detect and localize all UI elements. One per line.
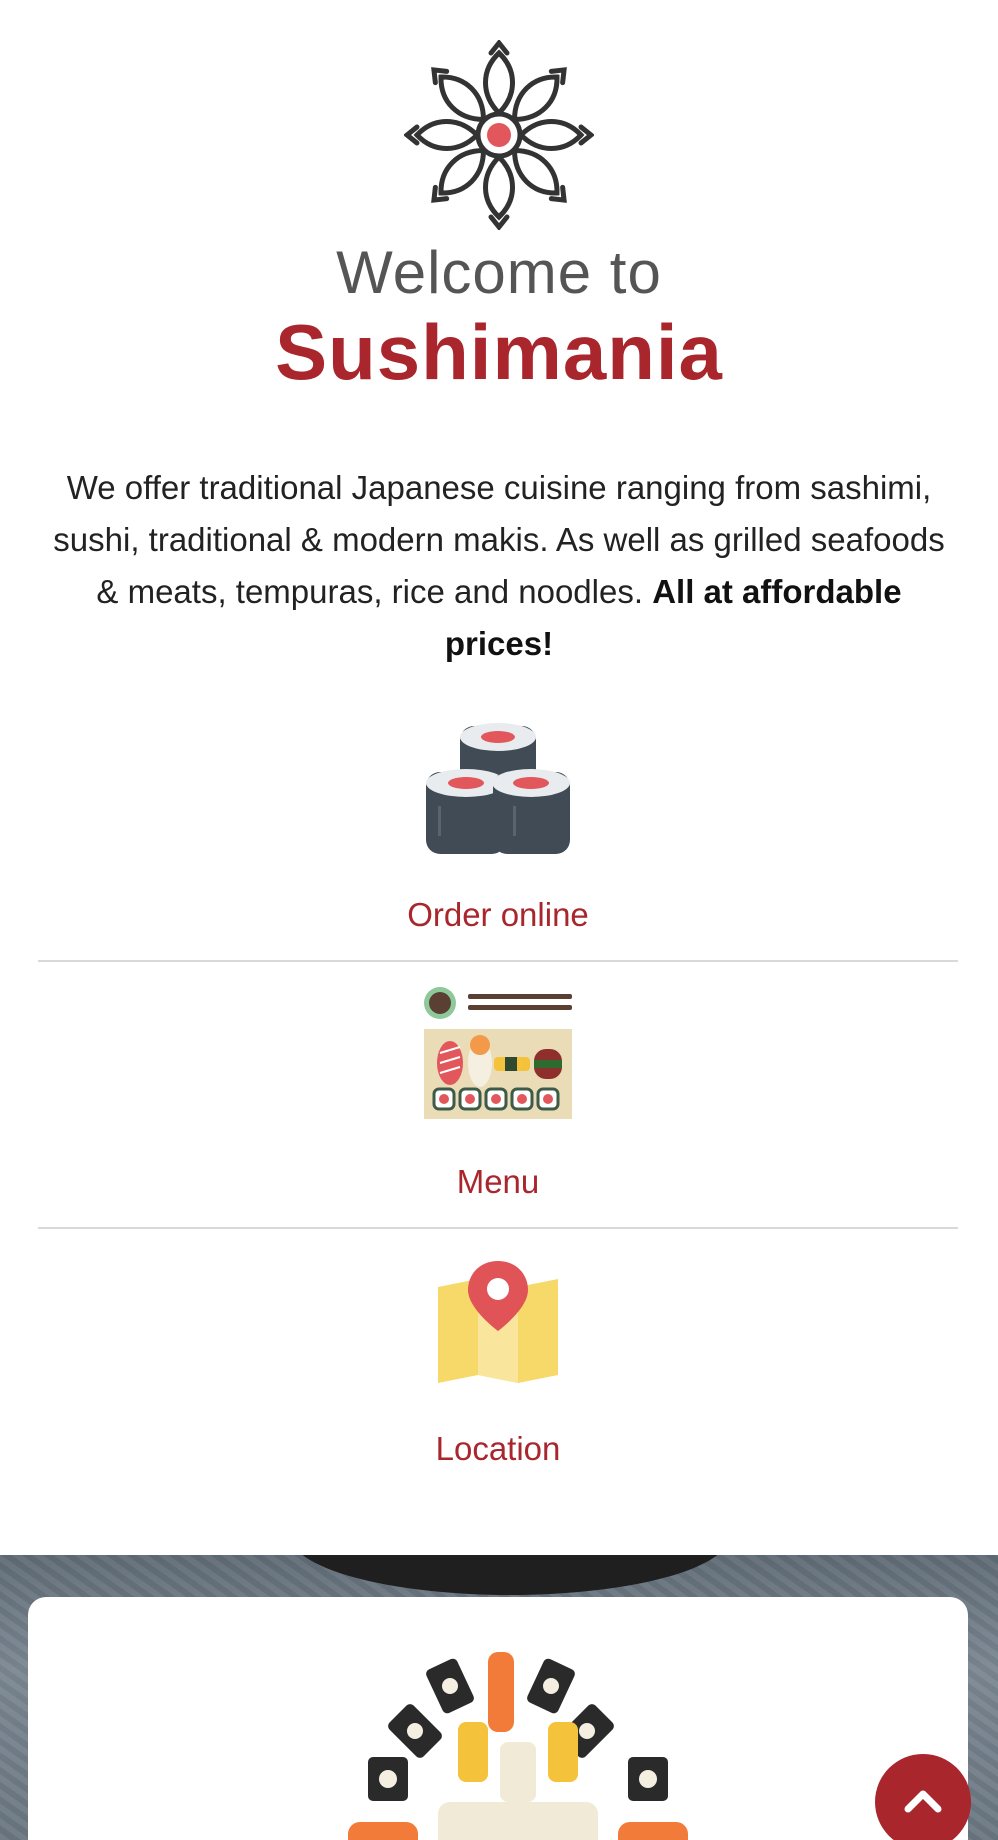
intro-paragraph: We offer traditional Japanese cuisine ra… [40,462,958,670]
location-label: Location [435,1430,561,1467]
featured-card [28,1597,968,1840]
flower-sushi-icon [404,40,594,230]
location-link[interactable]: Location [38,1235,958,1475]
divider [38,1227,958,1229]
sushi-assortment-icon [348,1652,688,1840]
scroll-top-button[interactable] [875,1754,971,1840]
menu-link[interactable]: Menu [38,965,958,1230]
map-pin-icon [436,1259,560,1390]
sushi-rolls-icon [423,714,573,869]
brand-name: Sushimania [275,308,723,396]
order-online-link[interactable]: Order online [38,700,958,960]
chevron-up-icon [904,1790,942,1813]
sushi-platter-icon [422,985,574,1126]
menu-label: Menu [456,1163,540,1200]
divider [38,960,958,962]
welcome-text: Welcome to [336,239,662,306]
order-online-label: Order online [407,896,589,933]
